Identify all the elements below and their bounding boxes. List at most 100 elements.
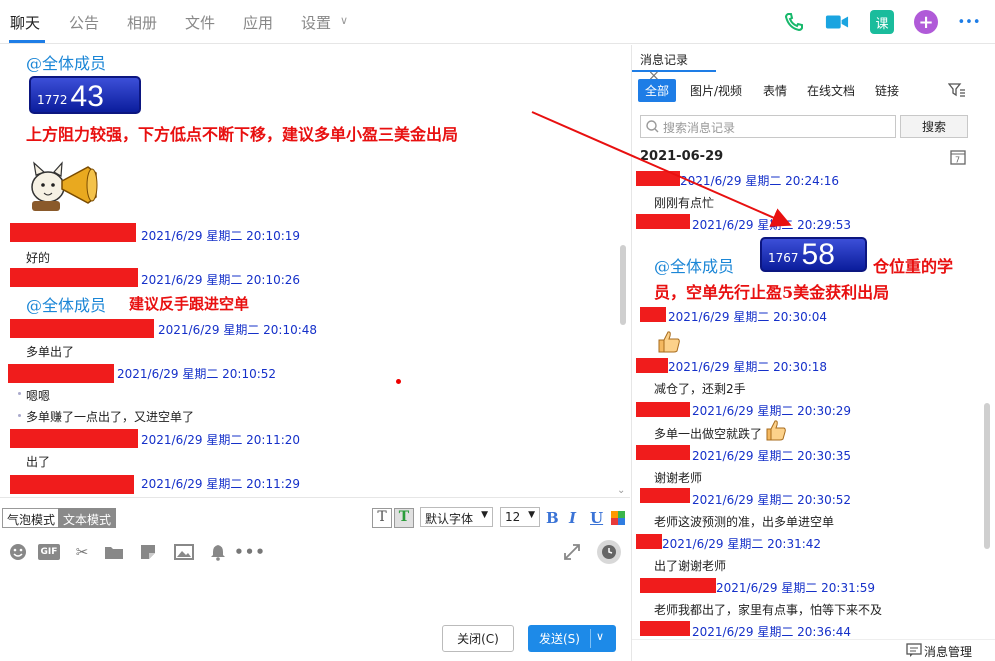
ellipsis-icon[interactable]: ••• [234, 542, 265, 562]
message-text[interactable]: 谢谢老师 [654, 469, 702, 486]
phone-icon[interactable] [782, 10, 806, 34]
chat-message-area[interactable]: @全体成员 1772 43 上方阻力较强，下方低点不断下移，建议多单小盈三美金出… [0, 45, 630, 497]
font-size-select[interactable]: 12 ▼ [500, 507, 540, 527]
image-icon[interactable] [174, 542, 194, 562]
redacted-name [636, 358, 668, 373]
message-manage-icon[interactable] [906, 643, 922, 660]
mention-all[interactable]: @全体成员 [654, 253, 734, 277]
mention-all[interactable]: @全体成员 [26, 50, 106, 74]
message-text[interactable]: 嗯嗯 [26, 387, 50, 404]
message-timestamp: 2021/6/29 星期二 20:30:04 [668, 310, 828, 324]
redacted-name [640, 488, 690, 503]
svg-text:7: 7 [955, 156, 960, 165]
calendar-icon[interactable]: 7 [950, 149, 966, 168]
message-text[interactable]: 多单一出做空就跌了 [654, 425, 762, 442]
mention-all[interactable]: @全体成员 [26, 292, 106, 316]
tab-chat[interactable]: 聊天 [10, 12, 40, 33]
close-button[interactable]: 关闭(C) [442, 625, 514, 652]
chevron-down-icon[interactable]: ∨ [340, 14, 348, 27]
search-button-label: 搜索 [921, 120, 946, 134]
video-icon[interactable] [825, 10, 849, 34]
analysis-text: 员，空单先行止盈5美金获利出局 [654, 283, 890, 302]
more-icon[interactable]: ••• [956, 10, 982, 34]
price-big: 58 [801, 238, 835, 271]
message-text[interactable]: 刚刚有点忙 [654, 194, 714, 211]
tab-settings[interactable]: 设置 [301, 12, 331, 33]
price-small: 1767 [768, 251, 799, 265]
bell-icon[interactable] [208, 542, 228, 562]
text-mode-button[interactable]: 文本模式 [58, 508, 117, 528]
history-tab-label: 消息记录 [640, 53, 689, 67]
message-text[interactable]: 出了谢谢老师 [654, 557, 726, 574]
font-select[interactable]: 默认字体 ▼ [420, 507, 493, 527]
filter-docs[interactable]: 在线文档 [800, 79, 862, 102]
plus-icon[interactable]: + [914, 10, 938, 34]
redacted-name [636, 445, 690, 460]
search-input[interactable]: 搜索消息记录 [640, 115, 896, 138]
close-button-label: 关闭(C) [457, 632, 499, 646]
smile-icon[interactable] [8, 542, 28, 562]
message-text[interactable]: 多单赚了一点出了，又进空单了 [26, 408, 194, 425]
price-small: 1772 [37, 93, 68, 107]
search-button[interactable]: 搜索 [900, 115, 968, 138]
message-editor: 气泡模式 文本模式 T T 默认字体 ▼ 12 ▼ B I U GIF ✂ ••… [0, 497, 630, 661]
send-button[interactable]: 发送(S) ∨ [528, 625, 616, 652]
message-timestamp: 2021/6/29 星期二 20:11:29 [141, 477, 301, 491]
message-timestamp: 2021/6/29 星期二 20:24:16 [680, 174, 840, 188]
search-placeholder: 搜索消息记录 [663, 121, 736, 135]
redacted-name [640, 621, 690, 636]
redacted-name [10, 475, 134, 494]
chat-scrollbar[interactable] [620, 245, 626, 325]
filter-icon[interactable] [947, 82, 966, 101]
history-tab[interactable]: 消息记录 × [632, 45, 716, 84]
tab-files[interactable]: 文件 [185, 12, 215, 33]
gif-icon[interactable]: GIF [38, 544, 60, 560]
scissors-icon[interactable]: ✂ [72, 542, 92, 562]
clock-icon[interactable] [597, 540, 621, 564]
course-icon[interactable]: 课 [870, 10, 894, 34]
message-timestamp: 2021/6/29 星期二 20:31:59 [716, 581, 876, 595]
message-timestamp: 2021/6/29 星期二 20:36:44 [692, 625, 852, 639]
collapse-icon[interactable]: ⌄ [617, 485, 625, 496]
filter-media[interactable]: 图片/视频 [683, 79, 749, 102]
sticker-icon[interactable] [138, 542, 158, 562]
color-palette-icon[interactable] [611, 511, 625, 525]
message-timestamp: 2021/6/29 星期二 20:11:20 [141, 433, 301, 447]
megaphone-sticker-icon[interactable] [26, 157, 102, 217]
folder-icon[interactable] [104, 542, 124, 562]
text-style-icon[interactable]: T [372, 508, 392, 528]
expand-icon[interactable] [562, 542, 582, 562]
filter-links[interactable]: 链接 [868, 79, 906, 102]
redacted-name [640, 578, 716, 593]
bullet [18, 392, 21, 395]
dropdown-arrow-icon: ▼ [528, 510, 535, 520]
history-scrollbar[interactable] [984, 403, 990, 549]
message-text[interactable]: 出了 [26, 453, 50, 470]
search-icon [646, 120, 659, 136]
message-text[interactable]: 老师这波预测的准，出多单进空单 [654, 513, 834, 530]
top-nav: 聊天 公告 相册 文件 应用 设置 ∨ 课 + ••• [0, 0, 995, 44]
text-color-icon[interactable]: T [394, 508, 414, 528]
redacted-name [10, 319, 154, 338]
message-text[interactable]: 好的 [26, 249, 50, 266]
message-text[interactable]: 老师我都出了，家里有点事，怕等下来不及 [654, 601, 882, 618]
message-manage-link[interactable]: 消息管理 [924, 643, 972, 660]
tab-apps[interactable]: 应用 [243, 12, 273, 33]
redacted-name [636, 171, 680, 186]
message-timestamp: 2021/6/29 星期二 20:30:29 [692, 404, 852, 418]
italic-button[interactable]: I [569, 509, 576, 527]
tab-announcement[interactable]: 公告 [69, 12, 99, 33]
message-text[interactable]: 减仓了，还剩2手 [654, 380, 746, 397]
redacted-name [636, 402, 690, 417]
price-badge: 1767 58 [760, 237, 867, 272]
redacted-name [10, 268, 138, 287]
filter-emoji[interactable]: 表情 [756, 79, 794, 102]
bold-button[interactable]: B [546, 509, 559, 527]
message-history-panel: 消息记录 × 全部 图片/视频 表情 在线文档 链接 搜索消息记录 搜索 202… [631, 45, 995, 661]
message-text[interactable]: 多单出了 [26, 343, 74, 360]
tab-album[interactable]: 相册 [127, 12, 157, 33]
bubble-mode-button[interactable]: 气泡模式 [2, 508, 61, 528]
chevron-down-icon[interactable]: ∨ [596, 630, 604, 643]
filter-all[interactable]: 全部 [638, 79, 677, 102]
underline-button[interactable]: U [590, 509, 603, 527]
